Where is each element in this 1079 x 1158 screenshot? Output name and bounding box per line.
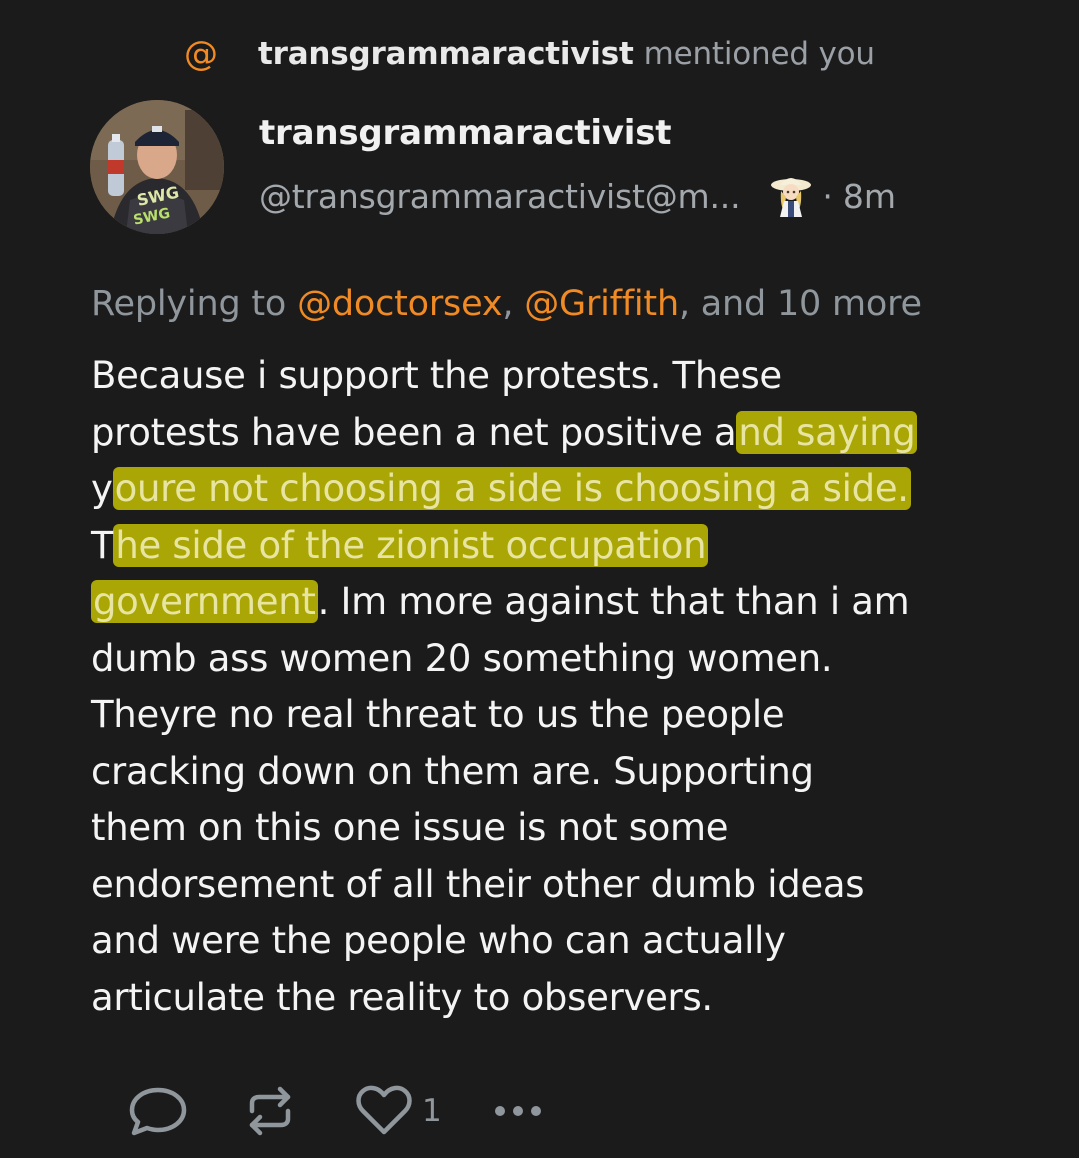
mention-griffith[interactable]: @Griffith: [524, 284, 679, 324]
at-sign-icon: @: [184, 34, 218, 74]
body-line: endorsement of all their other dumb idea…: [91, 862, 865, 906]
more-button[interactable]: [492, 1101, 548, 1121]
body-line: them on this one issue is not some: [91, 806, 729, 849]
replying-comma: ,: [502, 284, 514, 324]
body-line: Because i support the protests. These: [91, 354, 782, 397]
instance-icon: [766, 171, 816, 221]
like-button[interactable]: 1: [354, 1085, 442, 1137]
highlight-mark: he side of the zionist occupation: [113, 523, 709, 567]
notification-text: mentioned you: [643, 36, 875, 72]
body-line: and were the people who can actually: [91, 919, 786, 962]
reply-button[interactable]: [128, 1085, 188, 1137]
repeat-icon: [249, 1086, 291, 1136]
heart-icon: [356, 1085, 412, 1135]
body-line: Theyre no real threat to us the people: [91, 693, 785, 736]
like-count: 1: [422, 1093, 442, 1129]
more-dots-icon: [494, 1106, 541, 1116]
replying-suffix[interactable]: , and 10 more: [679, 284, 922, 324]
timestamp-separator: ·: [822, 176, 833, 216]
body-line: youre not choosing a side is choosing a …: [91, 467, 911, 510]
highlight-mark: government: [91, 580, 318, 623]
notification-username[interactable]: transgrammaractivist: [258, 36, 634, 72]
handle-row: @transgrammaractivist@m... · 8m: [259, 170, 896, 222]
highlight-mark: oure not choosing a side is choosing a s…: [112, 467, 911, 510]
body-line: cracking down on them are. Supporting: [91, 749, 814, 793]
highlight-mark: nd saying: [736, 410, 918, 454]
avatar-image: SWG SWG: [90, 100, 224, 234]
timestamp[interactable]: 8m: [843, 177, 896, 216]
avatar[interactable]: SWG SWG: [90, 100, 224, 234]
mention-doctorsex[interactable]: @doctorsex: [297, 284, 502, 324]
boost-button[interactable]: [242, 1085, 298, 1137]
body-line: protests have been a net positive and sa…: [91, 410, 918, 454]
post-body: Because i support the protests. These pr…: [91, 348, 1021, 1026]
body-line: articulate the reality to observers.: [91, 975, 713, 1019]
action-bar: 1: [128, 1083, 548, 1139]
body-line: The side of the zionist occupation: [91, 523, 709, 567]
replying-to: Replying to @doctorsex, @Griffith, and 1…: [91, 284, 922, 324]
display-name[interactable]: transgrammaractivist: [259, 113, 672, 153]
body-line: dumb ass women 20 something women.: [91, 636, 833, 680]
notification-header[interactable]: @ transgrammaractivist mentioned you: [180, 30, 875, 78]
speech-bubble-icon: [129, 1087, 187, 1136]
body-line: government. Im more against that than i …: [91, 580, 910, 623]
handle[interactable]: @transgrammaractivist@m...: [259, 177, 741, 216]
replying-prefix: Replying to: [91, 284, 287, 324]
